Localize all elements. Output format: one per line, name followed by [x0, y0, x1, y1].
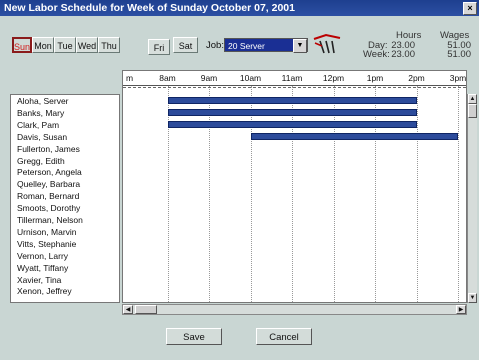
- hour-label: 8am: [159, 73, 176, 83]
- shift-bar[interactable]: [167, 120, 417, 128]
- employee-name[interactable]: Xenon, Jeffrey: [17, 286, 72, 296]
- employee-list: Aloha, Server Banks, Mary Clark, Pam Davis,…: [10, 94, 120, 303]
- scroll-thumb[interactable]: [468, 104, 477, 118]
- hour-gridline: [292, 86, 293, 302]
- hour-gridline: [458, 86, 459, 302]
- schedule-grid[interactable]: m 8am 9am 10am 11am 12pm 1pm 2pm 3pm: [122, 70, 467, 303]
- hour-gridline: [375, 86, 376, 302]
- hour-label: 11am: [281, 73, 303, 83]
- week-wages-value: 51.00: [447, 49, 471, 60]
- employee-name[interactable]: Clark, Pam: [17, 120, 59, 130]
- employee-name[interactable]: Peterson, Angela: [17, 167, 82, 177]
- hour-gridline: [167, 86, 169, 302]
- hour-gridline: [333, 86, 335, 302]
- scroll-up-icon[interactable]: ▲: [468, 94, 477, 104]
- header-dashed-line: [123, 87, 466, 88]
- scroll-left-icon[interactable]: ◀: [123, 305, 133, 314]
- horizontal-scroll-thumb[interactable]: [135, 305, 157, 314]
- hour-gridline: [209, 86, 210, 302]
- cancel-button[interactable]: Cancel: [256, 328, 312, 345]
- close-button[interactable]: ×: [463, 2, 477, 15]
- vertical-scrollbar[interactable]: ▲ ▼: [467, 94, 477, 303]
- hour-label: 3pm: [449, 73, 467, 83]
- save-button[interactable]: Save: [166, 328, 222, 345]
- horizontal-scrollbar[interactable]: ◀ ▶: [122, 304, 467, 315]
- employee-name[interactable]: Quelley, Barbara: [17, 179, 80, 189]
- employee-name[interactable]: Fullerton, James: [17, 144, 80, 154]
- day-tab-mon[interactable]: Mon: [32, 37, 54, 53]
- day-tab-tue[interactable]: Tue: [54, 37, 76, 53]
- employee-name[interactable]: Smoots, Dorothy: [17, 203, 80, 213]
- scroll-right-icon[interactable]: ▶: [456, 305, 466, 314]
- employee-name[interactable]: Wyatt, Tiffany: [17, 263, 68, 273]
- restaurant-logo-icon: [313, 33, 341, 54]
- employee-name[interactable]: Vernon, Larry: [17, 251, 68, 261]
- labor-schedule-window: New Labor Schedule for Week of Sunday Oc…: [0, 0, 479, 360]
- job-select-value: 20 Server: [228, 41, 265, 51]
- hour-label: 1pm: [366, 73, 384, 83]
- hour-label: 12pm: [322, 73, 345, 83]
- shift-bar[interactable]: [167, 108, 417, 116]
- scroll-down-icon[interactable]: ▼: [468, 293, 477, 303]
- day-tab-sat[interactable]: Sat: [173, 37, 198, 53]
- employee-name[interactable]: Tillerman, Nelson: [17, 215, 83, 225]
- hour-label: m: [126, 73, 134, 83]
- chevron-down-icon[interactable]: ▼: [293, 39, 307, 53]
- day-tab-thu[interactable]: Thu: [98, 37, 120, 53]
- employee-name[interactable]: Urnison, Marvin: [17, 227, 77, 237]
- hour-label: 2pm: [408, 73, 425, 83]
- hour-label: 9am: [200, 73, 218, 83]
- week-hours-value: 23.00: [391, 49, 415, 60]
- shift-bar[interactable]: [167, 97, 417, 104]
- job-label: Job:: [206, 40, 224, 51]
- employee-name[interactable]: Banks, Mary: [17, 108, 64, 118]
- hour-header-row: m 8am 9am 10am 11am 12pm 1pm 2pm 3pm: [123, 71, 466, 86]
- shift-bar[interactable]: [250, 132, 458, 140]
- day-tab-wed[interactable]: Wed: [76, 37, 98, 53]
- employee-name[interactable]: Aloha, Server: [17, 96, 69, 106]
- employee-name[interactable]: Vitts, Stephanie: [17, 239, 76, 249]
- employee-name[interactable]: Roman, Bernard: [17, 191, 79, 201]
- employee-name[interactable]: Davis, Susan: [17, 132, 67, 142]
- employee-name[interactable]: Xavier, Tina: [17, 275, 61, 285]
- job-select[interactable]: 20 Server ▼: [224, 38, 308, 53]
- day-tab-sun[interactable]: Sun: [12, 37, 32, 53]
- hour-gridline: [250, 86, 252, 302]
- window-title: New Labor Schedule for Week of Sunday Oc…: [4, 2, 295, 14]
- day-tab-fri[interactable]: Fri: [148, 39, 170, 55]
- hour-gridline: [416, 86, 418, 302]
- hour-label: 10am: [239, 73, 262, 83]
- employee-name[interactable]: Gregg, Edith: [17, 156, 65, 166]
- title-bar: New Labor Schedule for Week of Sunday Oc…: [0, 0, 479, 16]
